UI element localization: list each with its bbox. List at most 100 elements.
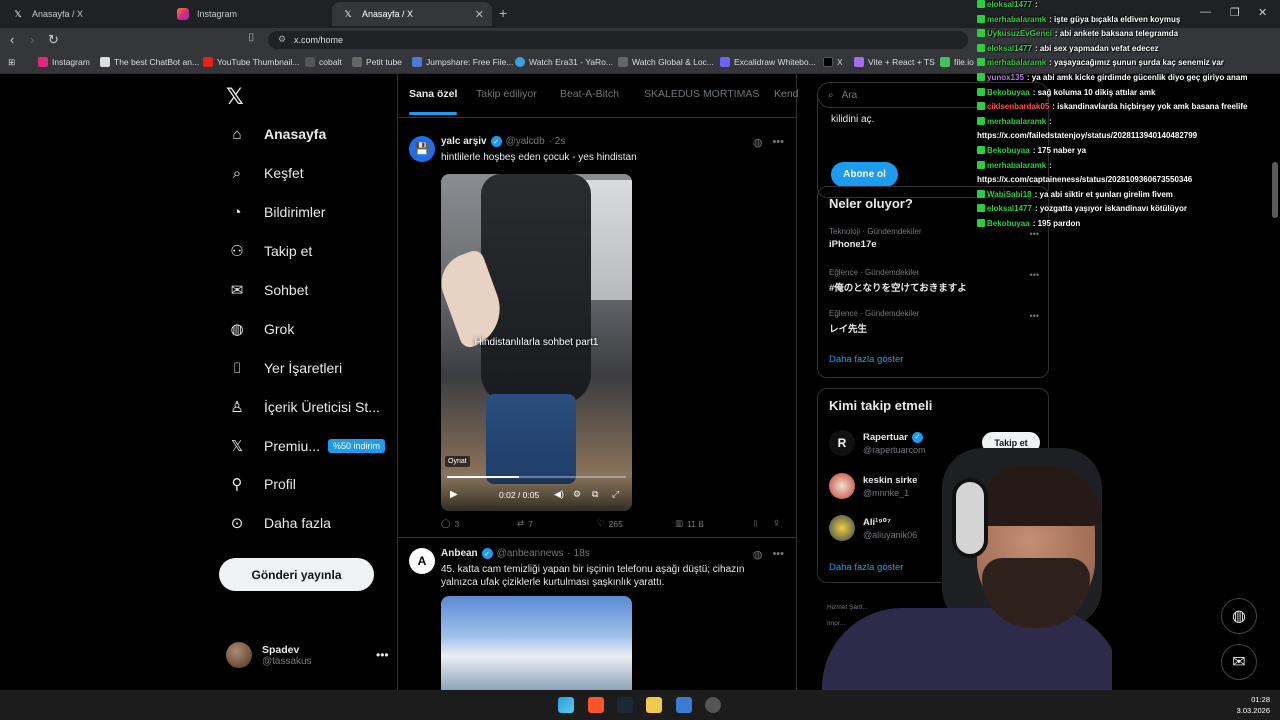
nav-item-profile[interactable]: ⚲ Profil [226,472,296,496]
settings-icon[interactable]: ⚙ [573,489,581,500]
more-icon[interactable]: ••• [772,136,784,149]
nav-item-premium[interactable]: 𝕏 Premiu... %50 indirim [226,434,386,458]
tweet-time[interactable]: · 18s [568,548,590,559]
nav-item-more[interactable]: ⊙ Daha fazla [226,511,331,535]
author-name[interactable]: Anbean [441,548,478,559]
x-logo-icon[interactable]: 𝕏 [226,84,244,110]
nav-item-explore[interactable]: ⌕ Keşfet [226,161,304,185]
close-icon[interactable]: ✕ [475,8,484,21]
tab-list[interactable]: SKALEDUS MORTIMAS [644,88,759,100]
bookmark-item[interactable]: Instagram [38,57,90,67]
bookmark-page-icon[interactable]: ⌷ [248,32,255,45]
chat-message: yunox135: ya abi amk kicke girdimde güce… [977,73,1247,82]
browser-tab[interactable]: 𝕏 Anasayfa / X [2,2,167,26]
nav-item-grok[interactable]: ◍ Grok [226,317,294,341]
app-icon[interactable] [676,697,692,713]
grok-floating-button[interactable]: ◍ [1221,598,1257,634]
repost-icon: ⇄ [517,518,525,528]
apps-icon[interactable]: ⊞ [8,57,15,68]
author-handle[interactable]: @yalcdb [506,136,545,147]
trend-item[interactable]: Eğlence · Gündemdekiler レイ先生 ••• [829,309,1039,335]
forward-icon[interactable]: › [30,32,34,47]
video-frame [481,174,591,404]
trend-item[interactable]: Teknoloji · Gündemdekiler iPhone17e ••• [829,227,1039,250]
bookmark-item[interactable]: X [823,57,843,67]
reload-icon[interactable]: ↻ [48,32,59,48]
excalidraw-icon [720,57,730,67]
left-nav: 𝕏 ⌂ Anasayfa ⌕ Keşfet ◔ Bildirimler ⚇ Takip … [218,74,398,690]
views-button[interactable]: ▥ 11 B [675,518,704,529]
bookmark-item[interactable]: The best ChatBot an... [100,57,199,67]
bookmark-button[interactable]: ⌷ [753,518,758,529]
streamer [822,608,1112,690]
reply-button[interactable]: ◯ 3 [441,518,459,529]
bookmark-item[interactable]: Watch Global & Loc... [618,57,714,67]
volume-icon[interactable]: ◀) [554,489,564,500]
like-button[interactable]: ♡ 265 [597,518,623,529]
play-icon[interactable]: ▶ [450,489,458,500]
tweet-time[interactable]: · 2s [549,136,566,147]
chat-text: : [1034,0,1038,9]
video-player[interactable]: Hindistanlılarla sohbet part1 Oynat ▶ 0:… [441,174,632,511]
pip-icon[interactable]: ⧉ [592,489,598,500]
site-info-icon[interactable]: ⚙ [278,34,286,45]
browser-tab-active[interactable]: 𝕏 Anasayfa / X ✕ [332,2,492,26]
tab-following[interactable]: Takip ediliyor [476,88,537,100]
share-button[interactable]: ⇪ [773,518,780,529]
address-bar[interactable]: ⚙ x.com/home [268,31,968,49]
watch-icon [618,57,628,67]
nav-item-home[interactable]: ⌂ Anasayfa [226,122,326,146]
mail-icon: ✉ [230,282,244,299]
more-icon[interactable]: ••• [1030,229,1039,239]
bookmark-item[interactable]: Jumpshare: Free File... [412,57,513,67]
more-icon[interactable]: ••• [1030,270,1039,280]
tab-list[interactable]: Kend [774,88,799,100]
grok-icon[interactable]: ◍ [753,136,763,149]
tweet[interactable]: 💾 yalc arşiv ✓ @yalcdb · 2s ◍ ••• hintli… [398,128,796,538]
bookmark-item[interactable]: cobalt [305,57,342,67]
video-progress[interactable] [447,476,626,478]
repost-button[interactable]: ⇄ 7 [517,518,533,529]
messages-floating-button[interactable]: ✉ [1221,644,1257,680]
nav-item-follow[interactable]: ⚇ Takip et [226,239,312,263]
tab-title: Anasayfa / X [362,9,414,19]
browser-tab[interactable]: Instagram [167,2,332,26]
more-icon[interactable]: ••• [772,548,784,561]
nav-item-chat[interactable]: ✉ Sohbet [226,278,309,302]
start-icon[interactable] [558,697,574,713]
bookmark-item[interactable]: Excalidraw Whitebo... [720,57,816,67]
author-handle[interactable]: @anbeannews [497,548,564,559]
nav-item-bookmarks[interactable]: ⌷ Yer İşaretleri [226,356,342,380]
tweet[interactable]: A Anbean ✓ @anbeannews · 18s ◍ ••• 45. k… [398,540,796,690]
author-name[interactable]: yalc arşiv [441,136,487,147]
nav-item-creator-studio[interactable]: ♙ İçerik Üreticisi St... [226,395,380,419]
bookmark-item[interactable]: Vite + React + TS [854,57,935,67]
tab-list[interactable]: Beat-A-Bitch [560,88,619,100]
show-more-link[interactable]: Daha fazla göster [829,354,903,365]
steam-icon[interactable] [617,697,633,713]
bookmark-item[interactable]: Watch Era31 - YaRo... [515,57,613,67]
more-icon[interactable]: ••• [376,648,389,662]
chat-message: merhabalaramk: işte güya bıçakla eldiven… [977,14,1180,24]
brave-browser-icon[interactable] [588,697,604,713]
post-button[interactable]: Gönderi yayınla [219,558,374,591]
vite-icon [854,57,864,67]
app-icon[interactable] [705,697,721,713]
subscribe-button[interactable]: Abone ol [831,162,898,187]
fullscreen-icon[interactable]: ⤢ [612,489,619,500]
new-tab-icon[interactable]: + [499,5,507,21]
nav-item-notifications[interactable]: ◔ Bildirimler [226,200,325,224]
system-clock[interactable]: 01:28 3.03.2026 [1230,694,1270,716]
bookmark-item[interactable]: Petit tube [352,57,402,67]
bookmark-item[interactable]: YouTube Thumbnail... [203,57,299,67]
folder-icon[interactable] [646,697,662,713]
tweet-image[interactable] [441,596,632,690]
tab-for-you[interactable]: Sana özel [409,88,458,115]
bookmark-item[interactable]: file.io [940,57,974,67]
trend-item[interactable]: Eğlence · Gündemdekiler #俺のとなりを空けておきますよ … [829,268,1039,294]
badge-icon [977,189,985,198]
grok-icon[interactable]: ◍ [753,548,763,561]
more-icon[interactable]: ••• [1030,311,1039,321]
back-icon[interactable]: ‹ [10,32,14,47]
account-switcher[interactable]: Spadev @tassakus ••• [226,642,389,668]
